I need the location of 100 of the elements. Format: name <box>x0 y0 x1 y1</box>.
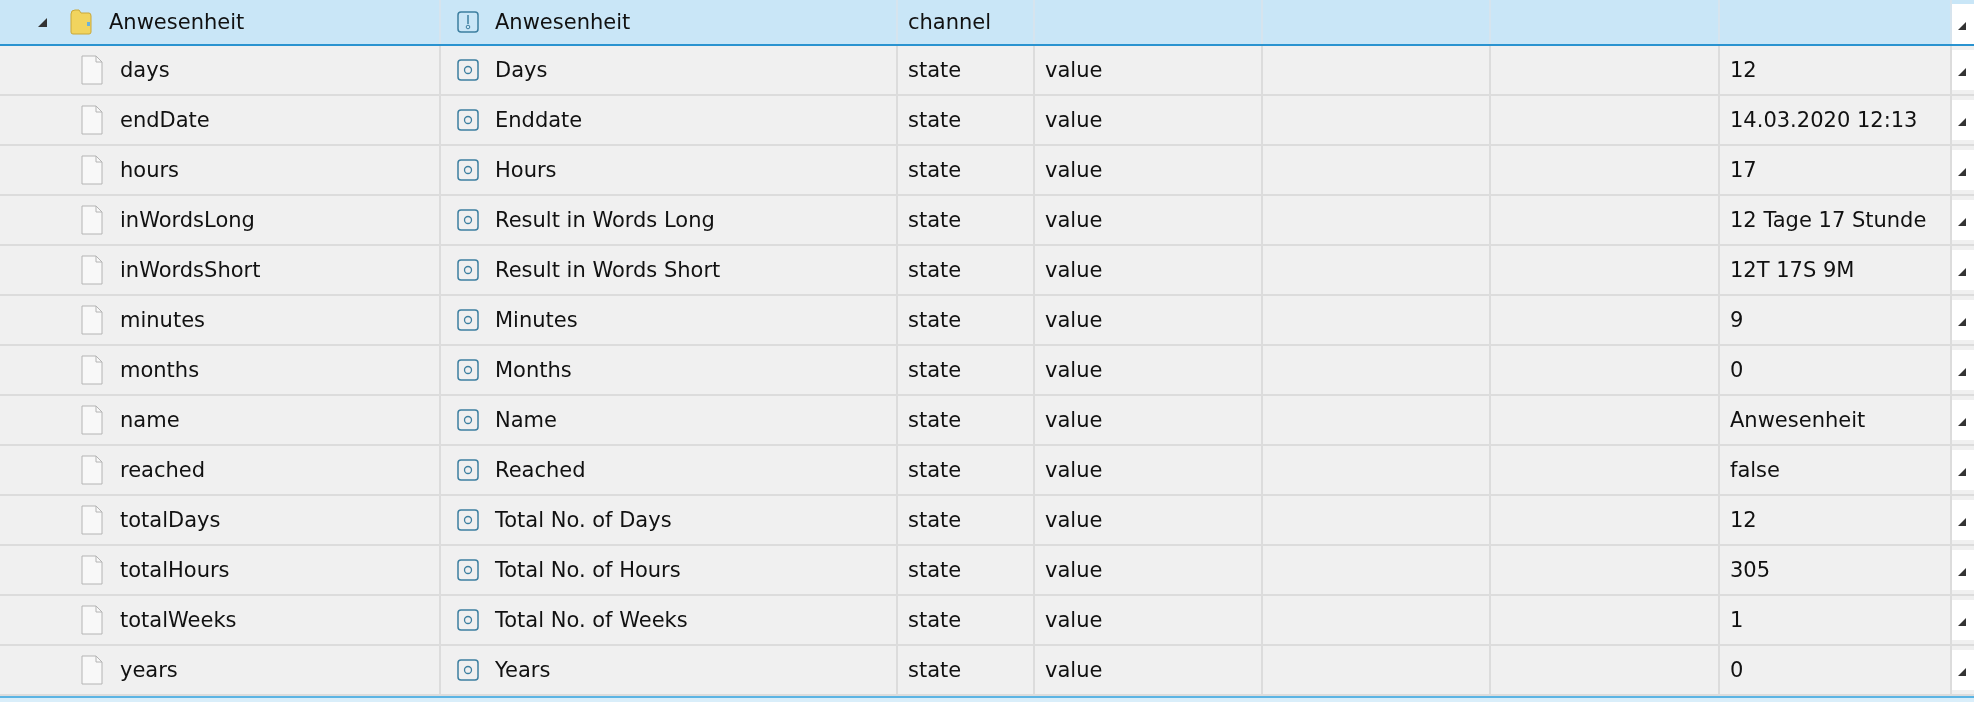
expand-toggle-icon[interactable] <box>38 17 47 27</box>
row-action-button[interactable] <box>1952 150 1974 190</box>
object-role: value <box>1045 158 1103 182</box>
object-name: Result in Words Long <box>495 208 715 232</box>
file-icon <box>80 255 104 285</box>
state-icon <box>457 259 479 281</box>
row-action-button[interactable] <box>1952 250 1974 290</box>
state-icon <box>457 209 479 231</box>
object-type: state <box>908 358 962 382</box>
row-action-button[interactable] <box>1952 50 1974 90</box>
file-icon <box>80 155 104 185</box>
object-value: 12 <box>1730 508 1757 532</box>
state-icon <box>457 459 479 481</box>
row-action-button[interactable] <box>1952 100 1974 140</box>
object-value: 9 <box>1730 308 1744 332</box>
file-icon <box>80 655 104 685</box>
object-id: hours <box>120 158 180 182</box>
object-id: years <box>120 658 178 682</box>
row-action-button[interactable] <box>1952 300 1974 340</box>
object-role: value <box>1045 108 1103 132</box>
object-type: state <box>908 658 962 682</box>
state-icon <box>457 59 479 81</box>
object-type: state <box>908 308 962 332</box>
object-type: state <box>908 508 962 532</box>
object-id: totalWeeks <box>120 608 237 632</box>
object-type: state <box>908 408 962 432</box>
object-value: 12 <box>1730 58 1757 82</box>
object-name: Total No. of Hours <box>495 558 681 582</box>
object-id: Anwesenheit <box>109 10 245 34</box>
object-id: reached <box>120 458 206 482</box>
row-action-button[interactable] <box>1952 200 1974 240</box>
channel-icon <box>457 11 479 33</box>
object-value: 1 <box>1730 608 1744 632</box>
object-id: totalHours <box>120 558 230 582</box>
object-value: 0 <box>1730 358 1744 382</box>
row-action-button[interactable] <box>1952 650 1974 690</box>
object-id: inWordsLong <box>120 208 255 232</box>
file-icon <box>80 55 104 85</box>
object-id: endDate <box>120 108 210 132</box>
object-name: Anwesenheit <box>495 10 631 34</box>
state-icon <box>457 159 479 181</box>
object-role: value <box>1045 658 1103 682</box>
object-type: state <box>908 208 962 232</box>
object-value: 305 <box>1730 558 1771 582</box>
file-icon <box>80 305 104 335</box>
file-icon <box>80 205 104 235</box>
object-value: Anwesenheit <box>1730 408 1866 432</box>
row-action-button[interactable] <box>1952 600 1974 640</box>
object-role: value <box>1045 308 1103 332</box>
file-icon <box>80 105 104 135</box>
state-icon <box>457 309 479 331</box>
state-icon <box>457 359 479 381</box>
object-type: state <box>908 58 962 82</box>
object-role: value <box>1045 508 1103 532</box>
object-value: 12T 17S 9M <box>1730 258 1855 282</box>
object-id: months <box>120 358 200 382</box>
object-id: minutes <box>120 308 205 332</box>
object-role: value <box>1045 458 1103 482</box>
object-name: Total No. of Weeks <box>495 608 688 632</box>
row-action-button[interactable] <box>1952 450 1974 490</box>
object-value: 17 <box>1730 158 1757 182</box>
object-value: 0 <box>1730 658 1744 682</box>
row-action-button[interactable] <box>1952 350 1974 390</box>
file-icon <box>80 455 104 485</box>
row-action-button[interactable] <box>1952 550 1974 590</box>
file-icon <box>80 505 104 535</box>
state-icon <box>457 509 479 531</box>
row-action-button[interactable] <box>1952 4 1974 44</box>
state-icon <box>457 559 479 581</box>
object-id: days <box>120 58 170 82</box>
object-role: value <box>1045 358 1103 382</box>
object-name: Hours <box>495 158 557 182</box>
object-name: Name <box>495 408 557 432</box>
row-action-button[interactable] <box>1952 400 1974 440</box>
object-name: Days <box>495 58 548 82</box>
object-role: value <box>1045 608 1103 632</box>
object-type: channel <box>908 10 992 34</box>
file-icon <box>80 405 104 435</box>
object-name: Total No. of Days <box>495 508 672 532</box>
file-icon <box>80 605 104 635</box>
row-action-button[interactable] <box>1952 500 1974 540</box>
state-icon <box>457 109 479 131</box>
object-type: state <box>908 108 962 132</box>
object-name: Months <box>495 358 572 382</box>
state-icon <box>457 659 479 681</box>
object-type: state <box>908 258 962 282</box>
folder-icon <box>69 8 93 36</box>
object-id: inWordsShort <box>120 258 261 282</box>
object-role: value <box>1045 58 1103 82</box>
object-role: value <box>1045 558 1103 582</box>
object-role: value <box>1045 408 1103 432</box>
file-icon <box>80 355 104 385</box>
object-type: state <box>908 608 962 632</box>
object-type: state <box>908 158 962 182</box>
object-type: state <box>908 458 962 482</box>
object-type: state <box>908 558 962 582</box>
object-value: 14.03.2020 12:13 <box>1730 108 1918 132</box>
object-name: Reached <box>495 458 586 482</box>
state-icon <box>457 409 479 431</box>
object-id: totalDays <box>120 508 221 532</box>
